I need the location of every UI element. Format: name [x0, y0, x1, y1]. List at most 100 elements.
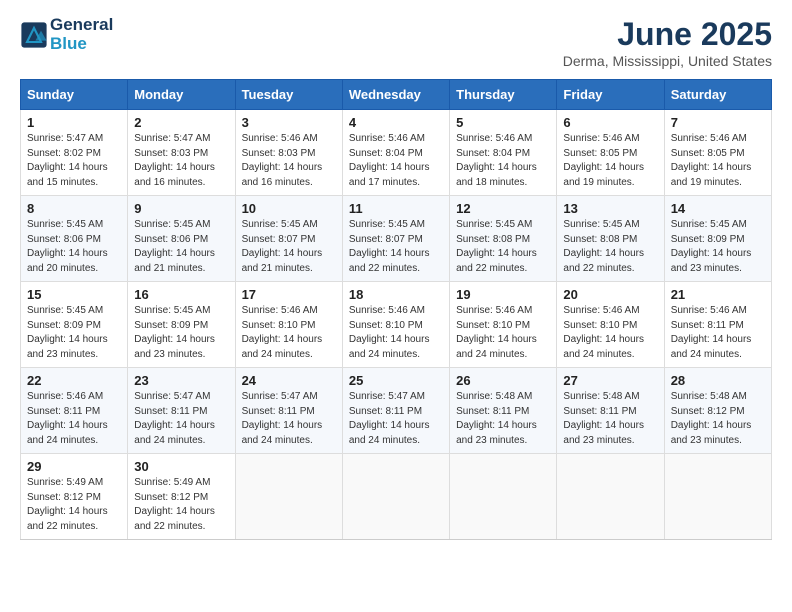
day-info: Sunrise: 5:47 AMSunset: 8:11 PMDaylight:… [242, 390, 336, 448]
title-section: June 2025 Derma, Mississippi, United Sta… [563, 16, 772, 69]
day-number: 29 [27, 459, 121, 474]
calendar-week-row: 1 Sunrise: 5:47 AMSunset: 8:02 PMDaylight… [21, 110, 772, 196]
day-number: 30 [134, 459, 228, 474]
calendar-cell [664, 454, 771, 540]
col-header-wednesday: Wednesday [342, 80, 449, 110]
day-info: Sunrise: 5:46 AMSunset: 8:04 PMDaylight:… [456, 132, 550, 190]
day-number: 25 [349, 373, 443, 388]
day-info: Sunrise: 5:47 AMSunset: 8:11 PMDaylight:… [349, 390, 443, 448]
day-info: Sunrise: 5:49 AMSunset: 8:12 PMDaylight:… [134, 476, 228, 534]
calendar-cell: 23Sunrise: 5:47 AMSunset: 8:11 PMDayligh… [128, 368, 235, 454]
day-number: 9 [134, 201, 228, 216]
col-header-tuesday: Tuesday [235, 80, 342, 110]
calendar-cell: 3 Sunrise: 5:46 AMSunset: 8:03 PMDaylight… [235, 110, 342, 196]
day-info: Sunrise: 5:45 AMSunset: 8:08 PMDaylight:… [563, 218, 657, 276]
day-number: 12 [456, 201, 550, 216]
col-header-monday: Monday [128, 80, 235, 110]
calendar-cell: 22 Sunrise: 5:46 AMSunset: 8:11 PMDayligh… [21, 368, 128, 454]
calendar-cell: 4 Sunrise: 5:46 AMSunset: 8:04 PMDaylight… [342, 110, 449, 196]
day-number: 1 [27, 115, 121, 130]
day-info: Sunrise: 5:45 AMSunset: 8:07 PMDaylight:… [349, 218, 443, 276]
day-number: 4 [349, 115, 443, 130]
calendar-cell: 19 Sunrise: 5:46 AMSunset: 8:10 PMDayligh… [450, 282, 557, 368]
calendar-cell: 25 Sunrise: 5:47 AMSunset: 8:11 PMDayligh… [342, 368, 449, 454]
col-header-sunday: Sunday [21, 80, 128, 110]
day-number: 21 [671, 287, 765, 302]
logo-text-line2: Blue [50, 35, 113, 54]
day-info: Sunrise: 5:45 AMSunset: 8:06 PMDaylight:… [134, 218, 228, 276]
calendar-week-row: 15Sunrise: 5:45 AMSunset: 8:09 PMDayligh… [21, 282, 772, 368]
col-header-friday: Friday [557, 80, 664, 110]
day-info: Sunrise: 5:45 AMSunset: 8:07 PMDaylight:… [242, 218, 336, 276]
calendar-cell: 14 Sunrise: 5:45 AMSunset: 8:09 PMDayligh… [664, 196, 771, 282]
day-number: 27 [563, 373, 657, 388]
day-info: Sunrise: 5:47 AMSunset: 8:11 PMDaylight:… [134, 390, 228, 448]
day-info: Sunrise: 5:46 AMSunset: 8:11 PMDaylight:… [671, 304, 765, 362]
day-info: Sunrise: 5:46 AMSunset: 8:10 PMDaylight:… [456, 304, 550, 362]
calendar-cell: 6Sunrise: 5:46 AMSunset: 8:05 PMDaylight… [557, 110, 664, 196]
location-subtitle: Derma, Mississippi, United States [563, 53, 772, 69]
calendar-cell: 21 Sunrise: 5:46 AMSunset: 8:11 PMDayligh… [664, 282, 771, 368]
calendar-cell: 10Sunrise: 5:45 AMSunset: 8:07 PMDayligh… [235, 196, 342, 282]
day-number: 22 [27, 373, 121, 388]
calendar-cell [450, 454, 557, 540]
logo: General Blue [20, 16, 113, 53]
month-year-title: June 2025 [563, 16, 772, 53]
col-header-saturday: Saturday [664, 80, 771, 110]
header: General Blue June 2025 Derma, Mississipp… [20, 16, 772, 69]
day-info: Sunrise: 5:46 AMSunset: 8:10 PMDaylight:… [563, 304, 657, 362]
day-info: Sunrise: 5:45 AMSunset: 8:08 PMDaylight:… [456, 218, 550, 276]
calendar-cell: 5 Sunrise: 5:46 AMSunset: 8:04 PMDaylight… [450, 110, 557, 196]
day-number: 13 [563, 201, 657, 216]
calendar-cell: 30 Sunrise: 5:49 AMSunset: 8:12 PMDayligh… [128, 454, 235, 540]
day-info: Sunrise: 5:46 AMSunset: 8:11 PMDaylight:… [27, 390, 121, 448]
calendar-cell: 1 Sunrise: 5:47 AMSunset: 8:02 PMDaylight… [21, 110, 128, 196]
calendar-cell: 8 Sunrise: 5:45 AMSunset: 8:06 PMDaylight… [21, 196, 128, 282]
day-info: Sunrise: 5:47 AMSunset: 8:03 PMDaylight:… [134, 132, 228, 190]
calendar-cell [342, 454, 449, 540]
calendar-week-row: 8 Sunrise: 5:45 AMSunset: 8:06 PMDaylight… [21, 196, 772, 282]
day-info: Sunrise: 5:45 AMSunset: 8:06 PMDaylight:… [27, 218, 121, 276]
calendar-cell: 15Sunrise: 5:45 AMSunset: 8:09 PMDayligh… [21, 282, 128, 368]
day-number: 5 [456, 115, 550, 130]
day-info: Sunrise: 5:49 AMSunset: 8:12 PMDaylight:… [27, 476, 121, 534]
day-number: 7 [671, 115, 765, 130]
day-info: Sunrise: 5:46 AMSunset: 8:03 PMDaylight:… [242, 132, 336, 190]
day-number: 8 [27, 201, 121, 216]
logo-text-line1: General [50, 16, 113, 35]
calendar-cell: 28Sunrise: 5:48 AMSunset: 8:12 PMDayligh… [664, 368, 771, 454]
day-number: 6 [563, 115, 657, 130]
day-number: 24 [242, 373, 336, 388]
day-number: 17 [242, 287, 336, 302]
calendar-cell: 24 Sunrise: 5:47 AMSunset: 8:11 PMDayligh… [235, 368, 342, 454]
calendar-cell: 11 Sunrise: 5:45 AMSunset: 8:07 PMDayligh… [342, 196, 449, 282]
day-number: 26 [456, 373, 550, 388]
day-info: Sunrise: 5:48 AMSunset: 8:11 PMDaylight:… [563, 390, 657, 448]
calendar-week-row: 29 Sunrise: 5:49 AMSunset: 8:12 PMDayligh… [21, 454, 772, 540]
day-info: Sunrise: 5:47 AMSunset: 8:02 PMDaylight:… [27, 132, 121, 190]
calendar-cell: 16 Sunrise: 5:45 AMSunset: 8:09 PMDayligh… [128, 282, 235, 368]
calendar-header-row: SundayMondayTuesdayWednesdayThursdayFrid… [21, 80, 772, 110]
calendar-cell [557, 454, 664, 540]
calendar-cell: 29 Sunrise: 5:49 AMSunset: 8:12 PMDayligh… [21, 454, 128, 540]
calendar-cell: 2 Sunrise: 5:47 AMSunset: 8:03 PMDaylight… [128, 110, 235, 196]
day-number: 2 [134, 115, 228, 130]
day-number: 11 [349, 201, 443, 216]
day-number: 18 [349, 287, 443, 302]
calendar-cell: 13 Sunrise: 5:45 AMSunset: 8:08 PMDayligh… [557, 196, 664, 282]
day-number: 14 [671, 201, 765, 216]
calendar-cell: 9 Sunrise: 5:45 AMSunset: 8:06 PMDaylight… [128, 196, 235, 282]
day-number: 16 [134, 287, 228, 302]
calendar-cell: 26Sunrise: 5:48 AMSunset: 8:11 PMDayligh… [450, 368, 557, 454]
logo-icon [20, 21, 48, 49]
day-number: 20 [563, 287, 657, 302]
calendar-cell: 20 Sunrise: 5:46 AMSunset: 8:10 PMDayligh… [557, 282, 664, 368]
day-number: 19 [456, 287, 550, 302]
calendar-cell: 18Sunrise: 5:46 AMSunset: 8:10 PMDayligh… [342, 282, 449, 368]
day-number: 3 [242, 115, 336, 130]
calendar-cell: 7Sunrise: 5:46 AMSunset: 8:05 PMDaylight… [664, 110, 771, 196]
day-info: Sunrise: 5:45 AMSunset: 8:09 PMDaylight:… [671, 218, 765, 276]
calendar-week-row: 22 Sunrise: 5:46 AMSunset: 8:11 PMDayligh… [21, 368, 772, 454]
day-info: Sunrise: 5:45 AMSunset: 8:09 PMDaylight:… [134, 304, 228, 362]
day-info: Sunrise: 5:46 AMSunset: 8:04 PMDaylight:… [349, 132, 443, 190]
